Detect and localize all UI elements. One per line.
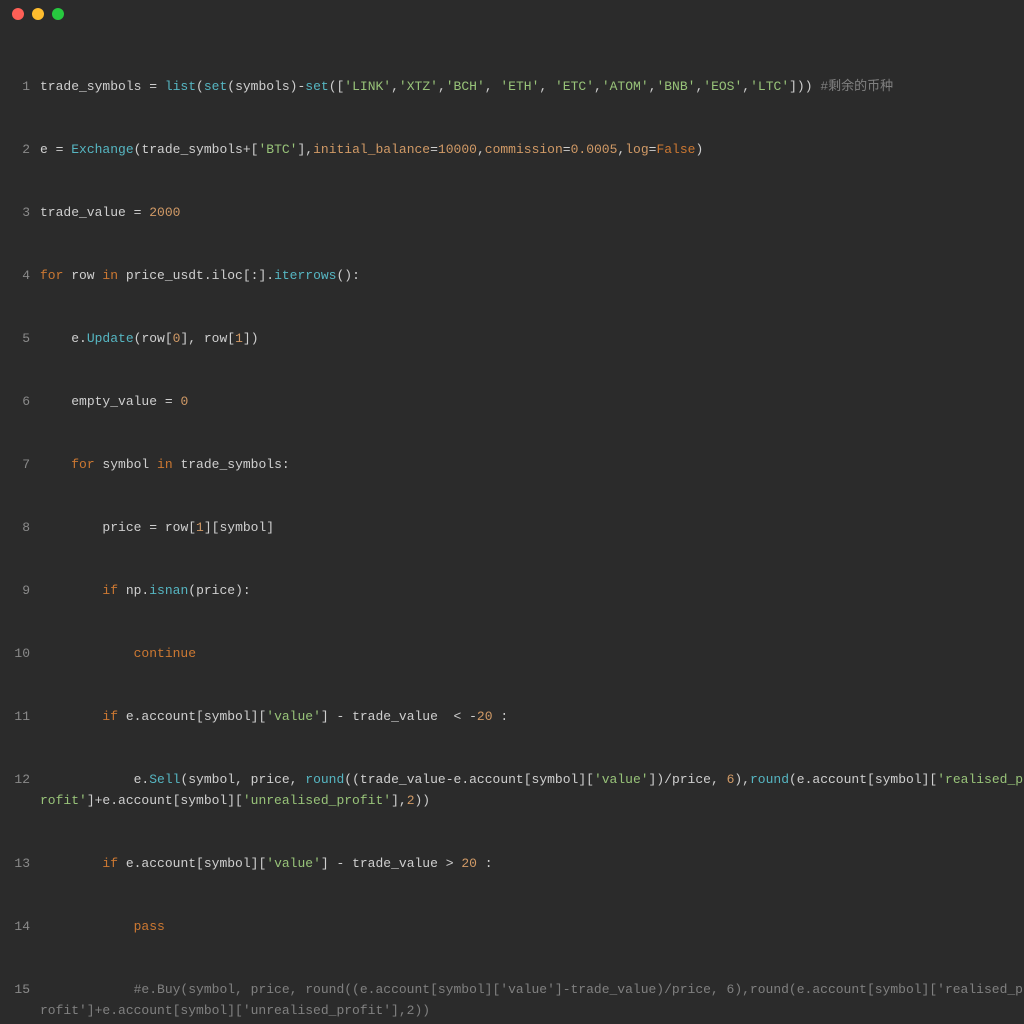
- line-number: 1: [0, 76, 40, 97]
- code-line: 12 e.Sell(symbol, price, round((trade_va…: [0, 769, 1024, 811]
- code-line: 10 continue: [0, 643, 1024, 664]
- code-content: #e.Buy(symbol, price, round((e.account[s…: [40, 979, 1024, 1021]
- code-line: 1trade_symbols = list(set(symbols)-set([…: [0, 76, 1024, 97]
- code-line: 2e = Exchange(trade_symbols+['BTC'],init…: [0, 139, 1024, 160]
- code-content: if e.account[symbol]['value'] - trade_va…: [40, 853, 493, 874]
- code-content: continue: [40, 643, 196, 664]
- line-number: 9: [0, 580, 40, 601]
- line-number: 12: [0, 769, 40, 811]
- code-content: price = row[1][symbol]: [40, 517, 274, 538]
- code-content: for symbol in trade_symbols:: [40, 454, 290, 475]
- code-content: empty_value = 0: [40, 391, 188, 412]
- code-content: for row in price_usdt.iloc[:].iterrows()…: [40, 265, 360, 286]
- titlebar: [0, 0, 1024, 28]
- code-editor[interactable]: 1trade_symbols = list(set(symbols)-set([…: [0, 28, 1024, 1024]
- code-line: 5 e.Update(row[0], row[1]): [0, 328, 1024, 349]
- code-content: pass: [40, 916, 165, 937]
- code-line: 13 if e.account[symbol]['value'] - trade…: [0, 853, 1024, 874]
- line-number: 10: [0, 643, 40, 664]
- code-line: 15 #e.Buy(symbol, price, round((e.accoun…: [0, 979, 1024, 1021]
- code-line: 8 price = row[1][symbol]: [0, 517, 1024, 538]
- code-line: 6 empty_value = 0: [0, 391, 1024, 412]
- line-number: 8: [0, 517, 40, 538]
- line-number: 5: [0, 328, 40, 349]
- code-line: 11 if e.account[symbol]['value'] - trade…: [0, 706, 1024, 727]
- code-content: trade_symbols = list(set(symbols)-set(['…: [40, 76, 893, 97]
- line-number: 13: [0, 853, 40, 874]
- line-number: 7: [0, 454, 40, 475]
- code-line: 9 if np.isnan(price):: [0, 580, 1024, 601]
- line-number: 14: [0, 916, 40, 937]
- line-number: 3: [0, 202, 40, 223]
- line-number: 11: [0, 706, 40, 727]
- zoom-icon[interactable]: [52, 8, 64, 20]
- code-content: e = Exchange(trade_symbols+['BTC'],initi…: [40, 139, 703, 160]
- close-icon[interactable]: [12, 8, 24, 20]
- line-number: 15: [0, 979, 40, 1021]
- line-number: 4: [0, 265, 40, 286]
- code-content: trade_value = 2000: [40, 202, 180, 223]
- code-content: e.Sell(symbol, price, round((trade_value…: [40, 769, 1024, 811]
- line-number: 2: [0, 139, 40, 160]
- code-line: 7 for symbol in trade_symbols:: [0, 454, 1024, 475]
- code-line: 14 pass: [0, 916, 1024, 937]
- line-number: 6: [0, 391, 40, 412]
- code-content: if np.isnan(price):: [40, 580, 251, 601]
- code-line: 4for row in price_usdt.iloc[:].iterrows(…: [0, 265, 1024, 286]
- code-content: e.Update(row[0], row[1]): [40, 328, 259, 349]
- code-line: 3trade_value = 2000: [0, 202, 1024, 223]
- code-content: if e.account[symbol]['value'] - trade_va…: [40, 706, 508, 727]
- minimize-icon[interactable]: [32, 8, 44, 20]
